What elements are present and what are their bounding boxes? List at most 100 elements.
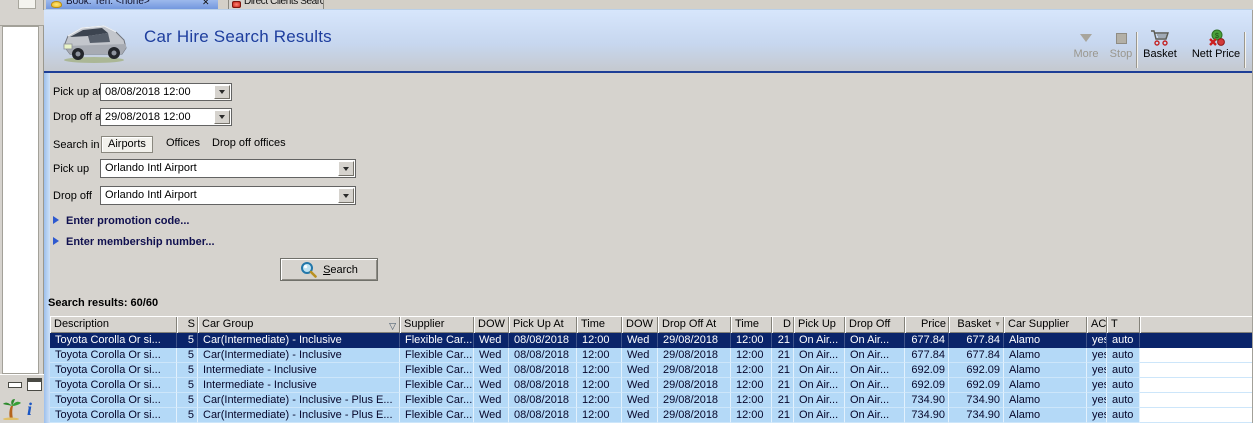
table-row[interactable]: Toyota Corolla Or si... 5 Car(Intermediate…: [50, 348, 1253, 363]
table-cell: auto: [1107, 348, 1140, 363]
table-cell: Toyota Corolla Or si...: [50, 393, 177, 408]
table-cell: On Air...: [794, 333, 845, 348]
search-in-option-airports[interactable]: Airports: [101, 136, 153, 153]
window-icon[interactable]: [27, 378, 42, 391]
table-row[interactable]: Toyota Corolla Or si... 5 Car(Intermediate…: [50, 393, 1253, 408]
info-icon[interactable]: i: [27, 399, 32, 420]
table-cell: On Air...: [845, 333, 905, 348]
column-header-drop-off-at[interactable]: Drop Off At: [658, 316, 731, 333]
table-cell: 12:00: [731, 333, 772, 348]
column-header-description[interactable]: Description: [50, 316, 177, 333]
column-header-car-supplier[interactable]: Car Supplier: [1004, 316, 1087, 333]
table-cell: 29/08/2018: [658, 363, 731, 378]
table-cell: 12:00: [577, 393, 622, 408]
dropoff-at-dropdown-button[interactable]: [214, 110, 230, 124]
close-icon[interactable]: ✕: [202, 0, 210, 8]
table-cell: Alamo: [1004, 333, 1087, 348]
membership-number-label: Enter membership number...: [66, 236, 215, 248]
membership-number-expander[interactable]: Enter membership number...: [53, 236, 215, 248]
table-cell: Wed: [474, 378, 509, 393]
filter-icon[interactable]: ▽: [389, 318, 396, 333]
column-header-t[interactable]: T: [1107, 316, 1140, 333]
dropoff-combo[interactable]: Orlando Intl Airport: [100, 186, 356, 205]
table-cell: yes: [1087, 363, 1107, 378]
table-row[interactable]: Toyota Corolla Or si... 5 Intermediate - I…: [50, 378, 1253, 393]
table-cell: Alamo: [1004, 393, 1087, 408]
column-header-drop-off[interactable]: Drop Off: [845, 316, 905, 333]
table-cell: 21: [772, 378, 794, 393]
pickup-at-field[interactable]: 08/08/2018 12:00: [100, 83, 232, 101]
table-cell: 677.84: [905, 348, 949, 363]
tab-direct-clients-search[interactable]: Direct Clients Search: [228, 0, 324, 9]
left-dock-panel: i: [0, 0, 44, 423]
table-cell: Alamo: [1004, 348, 1087, 363]
table-cell: Intermediate - Inclusive: [198, 363, 400, 378]
column-header-s[interactable]: S: [177, 316, 198, 333]
table-cell: auto: [1107, 393, 1140, 408]
table-cell: 5: [177, 363, 198, 378]
table-cell: yes: [1087, 348, 1107, 363]
table-cell: 12:00: [577, 333, 622, 348]
minimized-window-icon[interactable]: [8, 382, 22, 388]
expander-arrow-icon: [53, 216, 59, 224]
dropoff-dropdown-button[interactable]: [338, 188, 354, 203]
table-cell: Wed: [622, 408, 658, 423]
search-button[interactable]: Search: [280, 258, 378, 281]
column-header-supplier[interactable]: Supplier: [400, 316, 474, 333]
table-cell: Toyota Corolla Or si...: [50, 348, 177, 363]
table-row[interactable]: Toyota Corolla Or si... 5 Car(Intermediate…: [50, 408, 1253, 423]
table-cell: 5: [177, 333, 198, 348]
table-cell: 08/08/2018: [509, 408, 577, 423]
column-header-price[interactable]: Price: [905, 316, 949, 333]
table-row[interactable]: Toyota Corolla Or si... 5 Car(Intermediate…: [50, 333, 1253, 348]
table-cell: Flexible Car...: [400, 363, 474, 378]
table-cell: 677.84: [905, 333, 949, 348]
table-cell: On Air...: [845, 393, 905, 408]
tab-direct-clients-label: Direct Clients Search: [244, 0, 324, 7]
column-header-ac[interactable]: AC: [1087, 316, 1107, 333]
table-cell: Wed: [474, 393, 509, 408]
table-cell: Wed: [622, 348, 658, 363]
pickup-at-label: Pick up at: [53, 86, 102, 98]
table-cell: [1140, 408, 1253, 423]
search-in-option-dropoff-offices[interactable]: Drop off offices: [206, 136, 292, 153]
pickup-at-dropdown-button[interactable]: [214, 85, 230, 99]
search-in-option-offices[interactable]: Offices: [160, 136, 206, 153]
dropoff-at-label: Drop off at: [53, 111, 105, 123]
palm-tree-icon[interactable]: [2, 398, 22, 423]
basket-button[interactable]: Basket: [1138, 28, 1182, 68]
column-header-pick-up-at[interactable]: Pick Up At: [509, 316, 577, 333]
dropoff-at-field[interactable]: 29/08/2018 12:00: [100, 108, 232, 126]
dock-panel-button[interactable]: [18, 0, 36, 9]
pickup-dropdown-button[interactable]: [338, 161, 354, 176]
table-cell: 5: [177, 393, 198, 408]
table-cell: yes: [1087, 378, 1107, 393]
column-header-pick-up[interactable]: Pick Up: [794, 316, 845, 333]
table-row[interactable]: Toyota Corolla Or si... 5 Intermediate - I…: [50, 363, 1253, 378]
table-cell: 12:00: [731, 408, 772, 423]
table-cell: Alamo: [1004, 363, 1087, 378]
tab-book-label: Book: Ten: <none>: [66, 0, 150, 7]
promotion-code-expander[interactable]: Enter promotion code...: [53, 215, 189, 227]
table-cell: Toyota Corolla Or si...: [50, 363, 177, 378]
table-cell: 21: [772, 348, 794, 363]
column-header-dow[interactable]: DOW: [622, 316, 658, 333]
column-header-time[interactable]: Time: [577, 316, 622, 333]
pickup-combo[interactable]: Orlando Intl Airport: [100, 159, 356, 178]
table-cell: 12:00: [577, 363, 622, 378]
column-header-blank[interactable]: [1140, 316, 1253, 333]
nett-price-button[interactable]: $ Nett Price: [1188, 28, 1244, 68]
table-cell: [1140, 378, 1253, 393]
table-cell: 734.90: [949, 393, 1004, 408]
table-cell: Flexible Car...: [400, 348, 474, 363]
column-header-time[interactable]: Time: [731, 316, 772, 333]
table-cell: 21: [772, 333, 794, 348]
chevron-down-icon: [219, 90, 225, 94]
column-header-dow[interactable]: DOW: [474, 316, 509, 333]
car-illustration: [58, 16, 132, 67]
table-cell: 12:00: [731, 348, 772, 363]
column-header-basket[interactable]: Basket ▼: [949, 316, 1004, 333]
column-header-car-group[interactable]: Car Group ▽: [198, 316, 400, 333]
tab-book[interactable]: Book: Ten: <none> ✕: [46, 0, 218, 9]
column-header-d[interactable]: D: [772, 316, 794, 333]
